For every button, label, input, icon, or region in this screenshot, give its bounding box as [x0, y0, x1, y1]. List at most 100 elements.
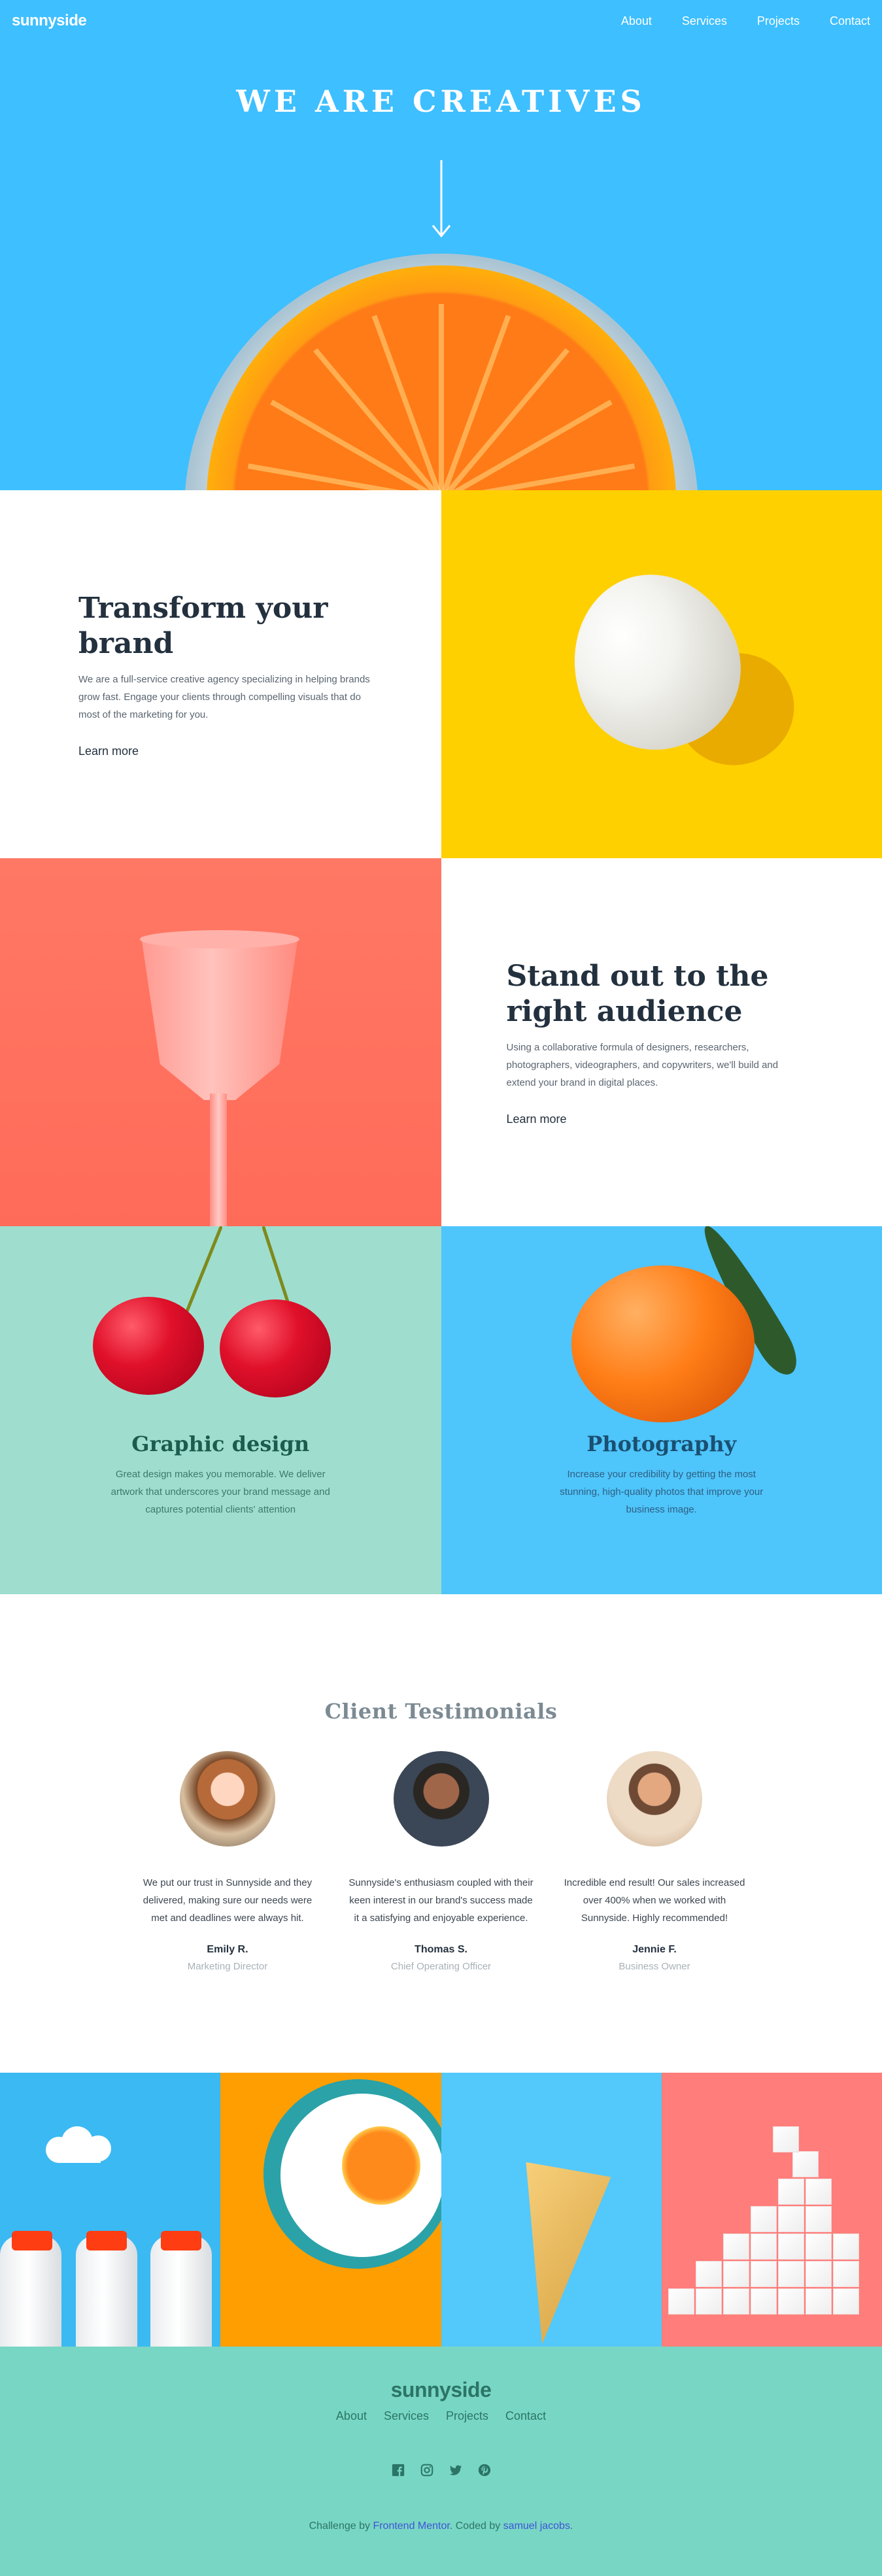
sugar-cube — [778, 2288, 804, 2315]
sugar-cube — [751, 2288, 777, 2315]
milk-cap — [86, 2231, 127, 2250]
milk-cap — [161, 2231, 201, 2250]
sugar-cube — [778, 2206, 804, 2232]
tangerine — [571, 1265, 755, 1422]
sugar-cube — [806, 2288, 832, 2315]
sugar-cube — [778, 2261, 804, 2287]
sugar-cube — [778, 2233, 804, 2260]
glass-rim — [140, 930, 299, 948]
attribution-suffix: . — [570, 2520, 573, 2532]
feature-title: Transform your brand — [78, 591, 376, 661]
nav-links: About Services Projects Contact — [591, 14, 870, 28]
attribution-prefix: Challenge by — [309, 2520, 373, 2532]
milk-cap — [12, 2231, 52, 2250]
feature-text-audience: Stand out to the right audience Using a … — [441, 858, 882, 1226]
glass-image — [0, 858, 441, 1226]
testimonial-card: We put our trust in Sunnyside and they d… — [134, 1751, 321, 1972]
testimonial-role: Business Owner — [561, 1961, 748, 1972]
sugar-cube — [792, 2151, 819, 2177]
nav-projects-link[interactable]: Projects — [757, 14, 800, 28]
gallery-milk-image — [0, 2073, 220, 2347]
pinterest-icon[interactable] — [477, 2463, 492, 2477]
testimonials-section: Client Testimonials We put our trust in … — [0, 1594, 882, 2073]
milk-bottle — [76, 2235, 137, 2347]
sugar-cube — [806, 2233, 832, 2260]
sugar-cube — [751, 2233, 777, 2260]
service-body: Great design makes you memorable. We del… — [106, 1465, 335, 1518]
attribution: Challenge by Frontend Mentor. Coded by s… — [0, 2520, 882, 2532]
avatar — [394, 1751, 489, 1847]
gallery-orange-plate-image — [220, 2073, 441, 2347]
service-photography: Photography Increase your credibility by… — [441, 1226, 882, 1594]
testimonial-card: Sunnyside's enthusiasm coupled with thei… — [348, 1751, 535, 1972]
learn-more-link[interactable]: Learn more — [78, 744, 139, 758]
glass-cup — [141, 937, 298, 1100]
nav-services-link[interactable]: Services — [682, 14, 727, 28]
hero-title: WE ARE CREATIVES — [0, 84, 882, 119]
learn-more-link[interactable]: Learn more — [507, 1112, 567, 1126]
orange-slice-image — [207, 265, 676, 490]
glass-stem — [210, 1094, 227, 1226]
service-title: Photography — [586, 1431, 736, 1456]
testimonial-quote: Incredible end result! Our sales increas… — [561, 1874, 748, 1927]
arrow-down-icon[interactable] — [431, 160, 452, 239]
gallery-sugar-cubes-image — [662, 2073, 882, 2347]
testimonial-quote: Sunnyside's enthusiasm coupled with thei… — [348, 1874, 535, 1927]
feature-body: We are a full-service creative agency sp… — [78, 671, 376, 724]
twitter-icon[interactable] — [449, 2463, 463, 2477]
instagram-icon[interactable] — [420, 2463, 434, 2477]
cherry — [220, 1299, 331, 1397]
ice-cream-cone — [495, 2162, 611, 2347]
testimonial-role: Marketing Director — [134, 1961, 321, 1972]
footer-logo[interactable]: sunnyside — [0, 2378, 882, 2402]
sugar-cube — [723, 2261, 749, 2287]
gallery-cone-image — [441, 2073, 662, 2347]
avatar — [180, 1751, 275, 1847]
sugar-cube — [723, 2288, 749, 2315]
sugar-cube — [806, 2206, 832, 2232]
sugar-cube — [806, 2179, 832, 2205]
sugar-cube — [696, 2261, 722, 2287]
sugar-cube — [668, 2288, 694, 2315]
sugar-cube — [833, 2261, 859, 2287]
footer-contact-link[interactable]: Contact — [505, 2409, 546, 2423]
sugar-cube — [751, 2261, 777, 2287]
testimonial-role: Chief Operating Officer — [348, 1961, 535, 1972]
frontend-mentor-link[interactable]: Frontend Mentor — [373, 2520, 449, 2532]
feature-row-audience: Stand out to the right audience Using a … — [0, 858, 882, 1226]
sugar-cube — [696, 2288, 722, 2315]
hero-section: sunnyside About Services Projects Contac… — [0, 0, 882, 490]
testimonial-quote: We put our trust in Sunnyside and they d… — [134, 1874, 321, 1927]
sugar-cube — [778, 2179, 804, 2205]
sugar-cube — [773, 2126, 799, 2152]
footer-services-link[interactable]: Services — [384, 2409, 429, 2423]
footer: sunnyside About Services Projects Contac… — [0, 2347, 882, 2576]
gallery — [0, 2073, 882, 2347]
testimonial-name: Jennie F. — [561, 1944, 748, 1956]
nav-contact-link[interactable]: Contact — [830, 14, 870, 28]
sugar-cube — [751, 2206, 777, 2232]
testimonial-name: Thomas S. — [348, 1944, 535, 1956]
egg-image — [441, 490, 882, 858]
testimonials-list: We put our trust in Sunnyside and they d… — [134, 1751, 748, 1972]
top-nav: sunnyside About Services Projects Contac… — [0, 0, 882, 42]
sugar-cube — [833, 2288, 859, 2315]
milk-bottle — [0, 2235, 61, 2347]
feature-text-brand: Transform your brand We are a full-servi… — [0, 490, 441, 858]
avatar — [607, 1751, 702, 1847]
logo[interactable]: sunnyside — [12, 12, 86, 30]
orange-slice — [342, 2126, 420, 2205]
cloud-icon — [39, 2125, 124, 2164]
facebook-icon[interactable] — [391, 2463, 405, 2477]
nav-about-link[interactable]: About — [621, 14, 652, 28]
service-graphic-design: Graphic design Great design makes you me… — [0, 1226, 441, 1594]
milk-bottle — [150, 2235, 212, 2347]
testimonial-name: Emily R. — [134, 1944, 321, 1956]
testimonial-card: Incredible end result! Our sales increas… — [561, 1751, 748, 1972]
sugar-cube — [723, 2233, 749, 2260]
footer-projects-link[interactable]: Projects — [446, 2409, 488, 2423]
footer-about-link[interactable]: About — [336, 2409, 367, 2423]
feature-title: Stand out to the right audience — [507, 959, 804, 1029]
feature-body: Using a collaborative formula of designe… — [507, 1039, 804, 1092]
author-link[interactable]: samuel jacobs — [503, 2520, 570, 2532]
